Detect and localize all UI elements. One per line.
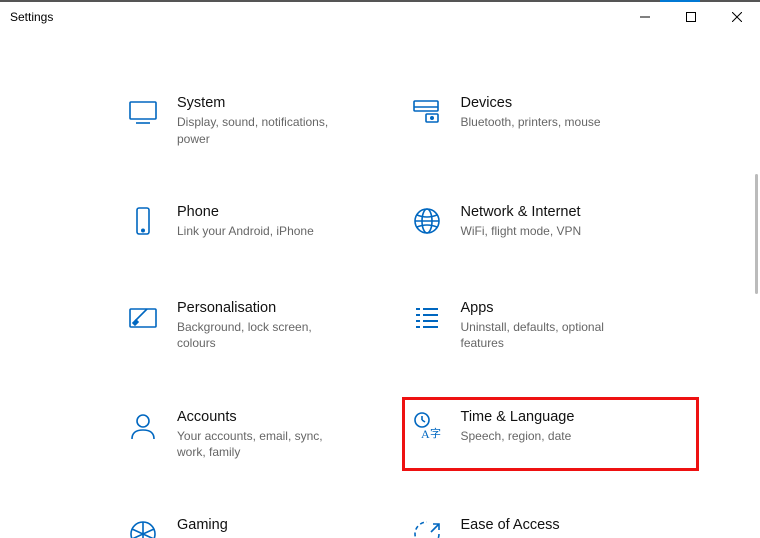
tile-subtitle: Display, sound, notifications, power [177,114,347,146]
tile-title: Gaming [177,517,228,534]
tile-title: System [177,95,347,112]
tile-subtitle: WiFi, flight mode, VPN [461,223,582,239]
tile-system[interactable]: System Display, sound, notifications, po… [125,90,409,151]
minimize-button[interactable] [622,2,668,32]
tile-ease-of-access[interactable]: Ease of Access [409,512,693,538]
tile-title: Time & Language [461,409,575,426]
tile-personalisation[interactable]: Personalisation Background, lock screen,… [125,295,409,356]
phone-icon [125,203,161,239]
scrollbar[interactable] [752,34,760,538]
tile-title: Ease of Access [461,517,560,534]
maximize-button[interactable] [668,2,714,32]
gaming-icon [125,516,161,538]
tile-accounts[interactable]: Accounts Your accounts, email, sync, wor… [125,404,409,465]
paintbrush-icon [125,299,161,335]
window-title: Settings [10,10,53,24]
tile-subtitle: Your accounts, email, sync, work, family [177,428,347,460]
settings-grid: System Display, sound, notifications, po… [0,34,752,538]
titlebar: Settings [0,2,760,32]
scrollbar-thumb[interactable] [755,174,758,294]
tile-subtitle: Uninstall, defaults, optional features [461,319,631,351]
tile-title: Devices [461,95,601,112]
tile-devices[interactable]: Devices Bluetooth, printers, mouse [409,90,693,151]
close-button[interactable] [714,2,760,32]
tile-subtitle: Background, lock screen, colours [177,319,347,351]
svg-text:A: A [421,427,430,441]
system-icon [125,94,161,130]
tile-network[interactable]: Network & Internet WiFi, flight mode, VP… [409,199,693,247]
tile-title: Accounts [177,409,347,426]
person-icon [125,408,161,444]
svg-text:字: 字 [430,426,441,440]
tile-subtitle: Link your Android, iPhone [177,223,314,239]
tile-subtitle: Bluetooth, printers, mouse [461,114,601,130]
devices-icon [409,94,445,130]
ease-of-access-icon [409,516,445,538]
tile-apps[interactable]: Apps Uninstall, defaults, optional featu… [409,295,693,356]
time-language-icon: A 字 [409,408,445,444]
tile-title: Personalisation [177,300,347,317]
tile-title: Network & Internet [461,204,582,221]
tile-phone[interactable]: Phone Link your Android, iPhone [125,199,409,247]
tile-subtitle: Speech, region, date [461,428,575,444]
tile-gaming[interactable]: Gaming [125,512,409,538]
settings-content: System Display, sound, notifications, po… [0,34,752,538]
globe-icon [409,203,445,239]
tile-title: Apps [461,300,631,317]
apps-icon [409,299,445,335]
tile-time-language[interactable]: A 字 Time & Language Speech, region, date [409,404,693,465]
tile-title: Phone [177,204,314,221]
